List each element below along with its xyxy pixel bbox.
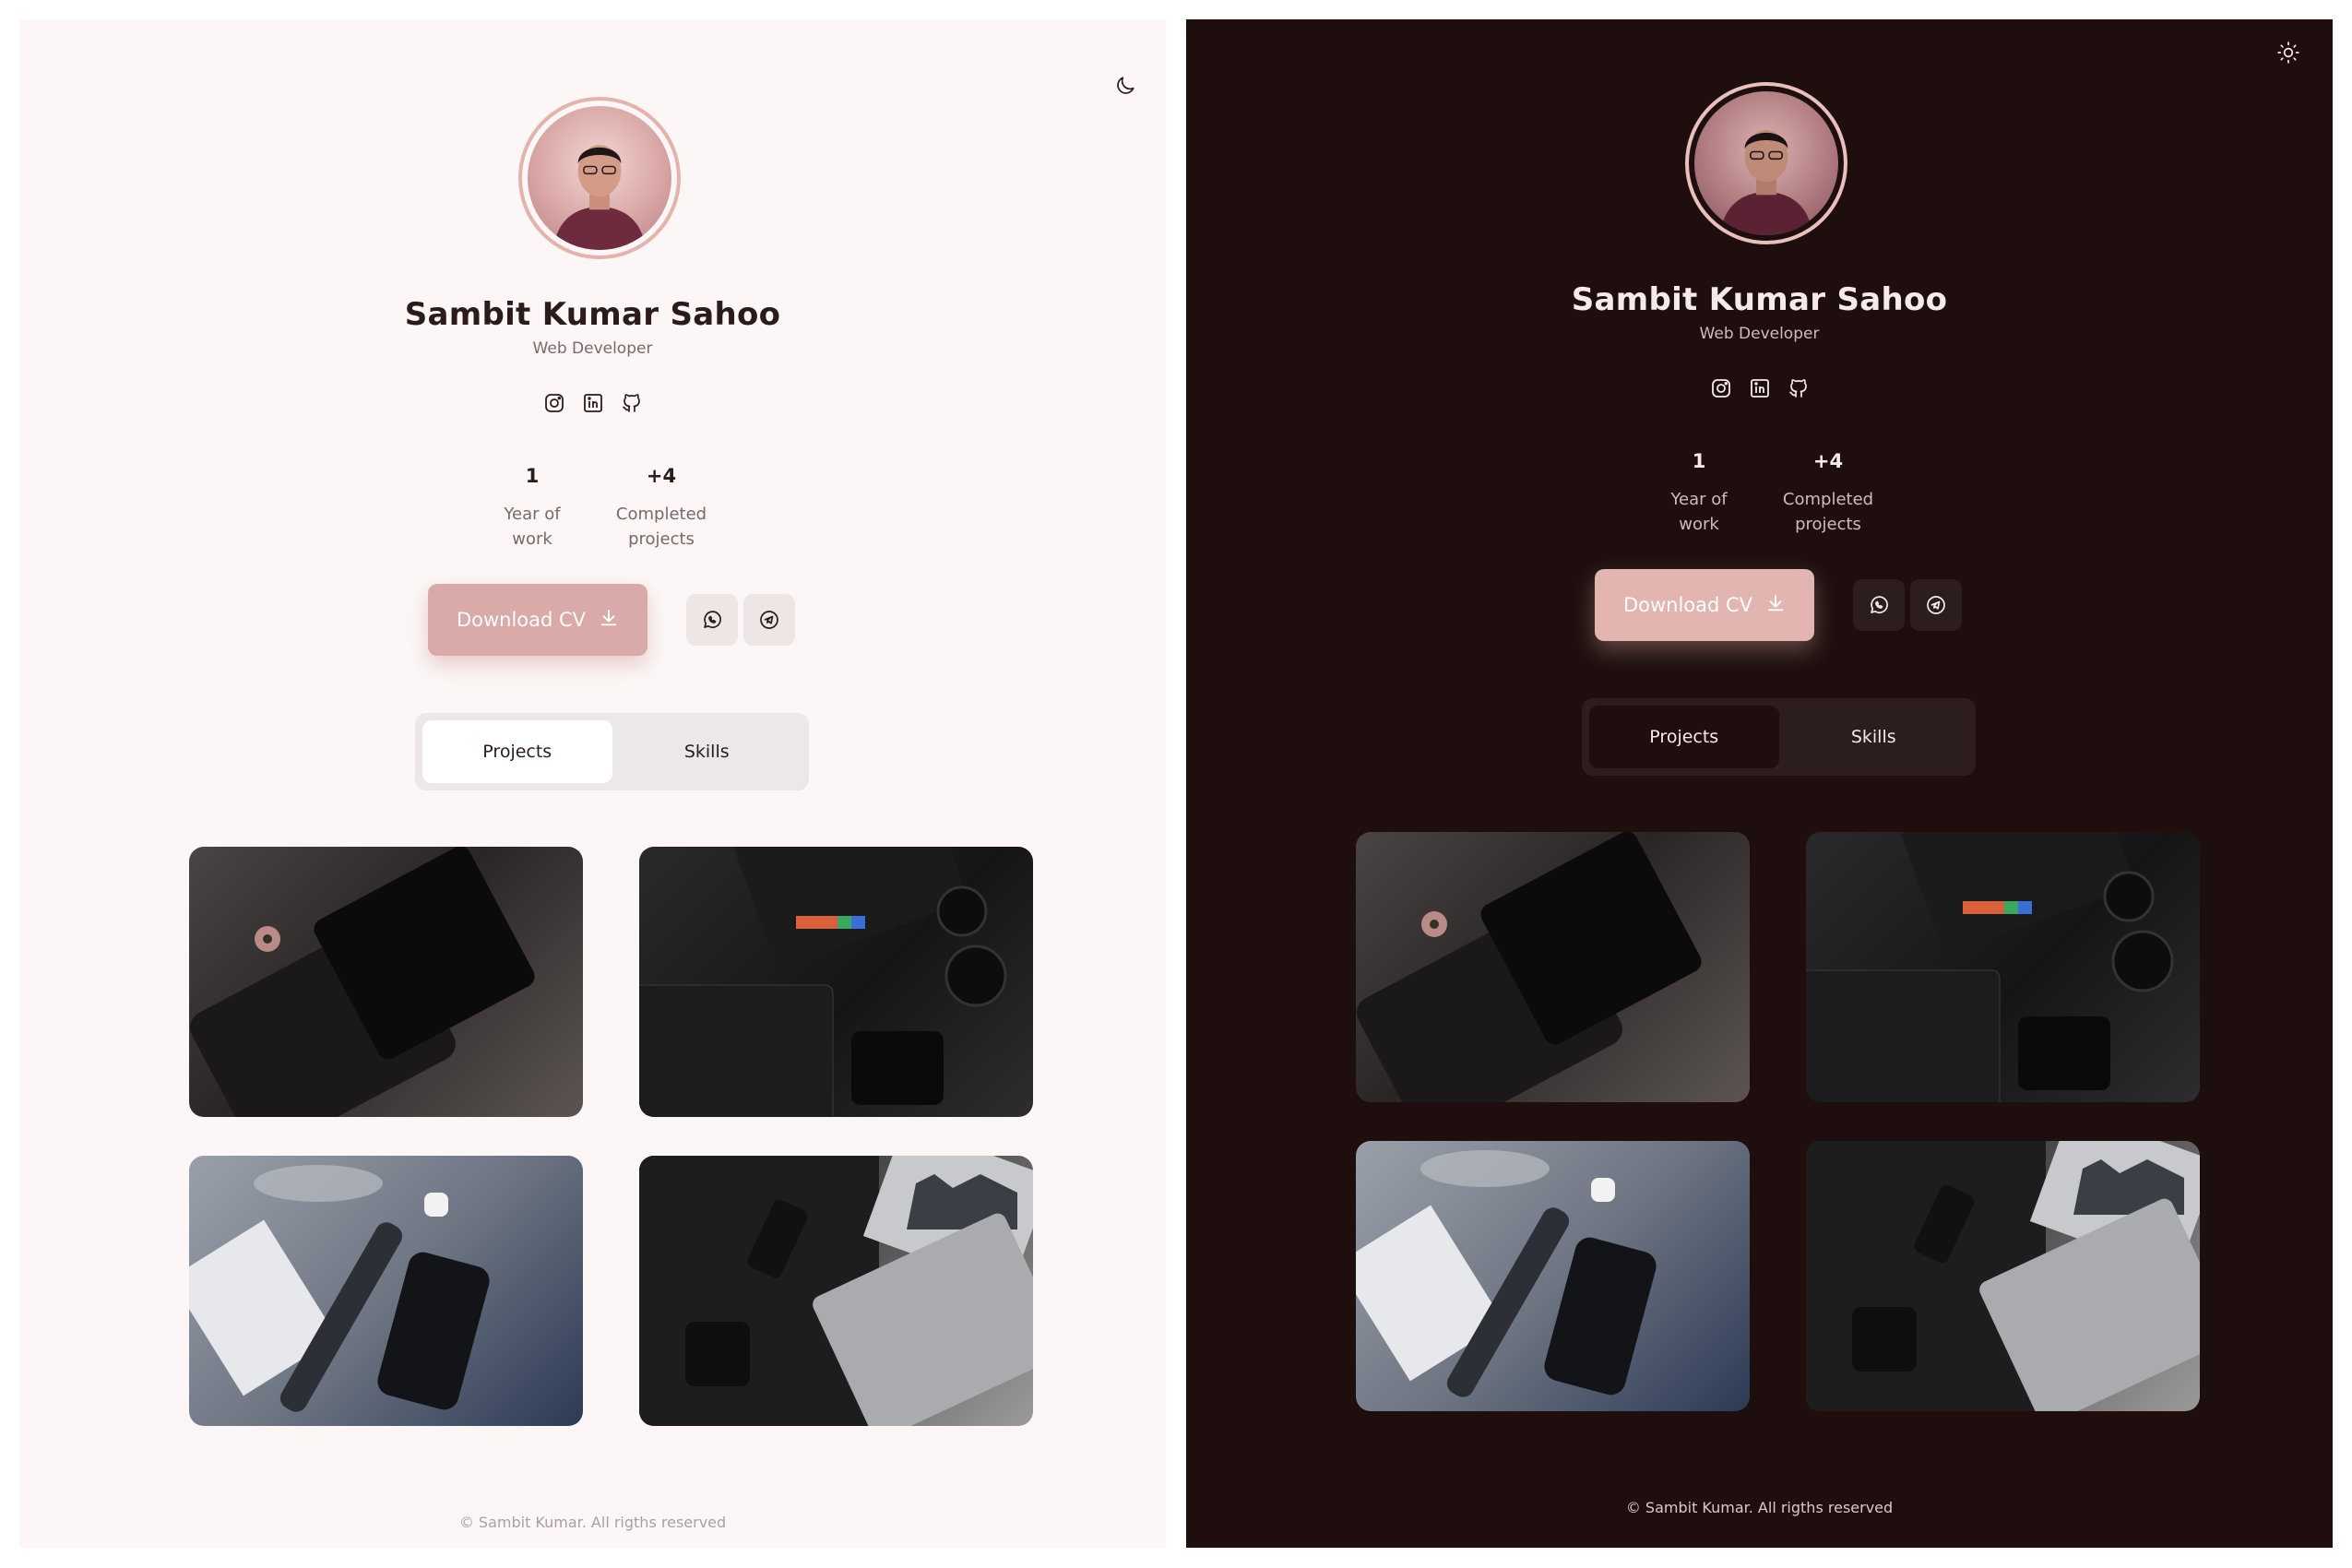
stat-value: +4 [1812,450,1844,472]
action-buttons: Download CV [1595,569,1962,641]
stat-label-line1: Year of [1670,490,1728,509]
stat-label-line1: Completed [1782,490,1874,509]
project-image-2[interactable] [1806,832,2200,1102]
avatar [518,97,681,259]
project-image-2[interactable] [639,847,1033,1117]
download-icon [1765,593,1786,618]
dark-theme-panel: Sambit Kumar Sahoo Web Developer 1 Year … [1186,19,2333,1548]
whatsapp-icon[interactable] [686,594,738,646]
github-icon[interactable] [1786,375,1812,401]
comparison-stage: Sambit Kumar Sahoo Web Developer 1 Year … [0,0,2352,1568]
content-tabs: Projects Skills [415,713,809,790]
download-icon [599,608,619,633]
stat-years: 1 Year of work [491,465,574,552]
avatar [1685,82,1847,244]
linkedin-icon[interactable] [580,390,606,416]
linkedin-icon[interactable] [1747,375,1773,401]
light-theme-panel: Sambit Kumar Sahoo Web Developer 1 Year … [19,19,1166,1548]
stat-value: 1 [1692,450,1706,472]
stat-label-line1: Completed [615,505,707,524]
stat-value: +4 [646,465,677,487]
project-gallery [189,847,1033,1426]
project-image-4[interactable] [1806,1141,2200,1411]
profile-name: Sambit Kumar Sahoo [404,296,781,333]
github-icon[interactable] [619,390,645,416]
stat-label-line2: projects [628,529,695,549]
telegram-icon[interactable] [743,594,795,646]
stat-label-line2: work [512,529,552,549]
content-tabs: Projects Skills [1582,698,1976,776]
project-image-4[interactable] [639,1156,1033,1426]
telegram-icon[interactable] [1910,579,1962,631]
stat-projects: +4 Completed projects [1777,450,1879,537]
tab-projects[interactable]: Projects [422,720,612,783]
project-gallery [1356,832,2200,1411]
tab-skills[interactable]: Skills [612,720,802,783]
footer-copyright: © Sambit Kumar. All rigths reserved [1625,1499,1894,1516]
profile-role: Web Developer [532,339,653,358]
action-buttons: Download CV [428,584,795,656]
social-links [19,390,1166,416]
stat-label-line1: Year of [504,505,561,524]
moon-icon[interactable] [1105,65,1146,106]
profile-name: Sambit Kumar Sahoo [1571,281,1948,318]
stat-years: 1 Year of work [1657,450,1740,537]
instagram-icon[interactable] [541,390,567,416]
social-links [1186,375,2333,401]
download-cv-label: Download CV [456,609,587,631]
stat-label-line2: projects [1795,515,1861,534]
instagram-icon[interactable] [1708,375,1734,401]
avatar-photo [528,106,671,250]
sun-icon[interactable] [2268,32,2309,73]
footer-copyright: © Sambit Kumar. All rigths reserved [458,1514,727,1531]
project-image-3[interactable] [1356,1141,1750,1411]
download-cv-label: Download CV [1622,594,1753,616]
tab-projects[interactable]: Projects [1589,706,1779,768]
tab-skills[interactable]: Skills [1779,706,1969,768]
project-image-1[interactable] [1356,832,1750,1102]
download-cv-button[interactable]: Download CV [1595,569,1814,641]
light-panel-content: Sambit Kumar Sahoo Web Developer 1 Year … [19,19,1166,1548]
dark-panel-content: Sambit Kumar Sahoo Web Developer 1 Year … [1186,19,2333,1533]
profile-role: Web Developer [1699,325,1820,343]
stats: 1 Year of work +4 Completed projects [1657,450,1879,537]
stat-label-line2: work [1679,515,1719,534]
project-image-3[interactable] [189,1156,583,1426]
download-cv-button[interactable]: Download CV [428,584,647,656]
avatar-photo [1694,91,1838,235]
stat-projects: +4 Completed projects [611,465,712,552]
project-image-1[interactable] [189,847,583,1117]
stat-value: 1 [525,465,540,487]
stats: 1 Year of work +4 Completed projects [491,465,712,552]
whatsapp-icon[interactable] [1853,579,1905,631]
